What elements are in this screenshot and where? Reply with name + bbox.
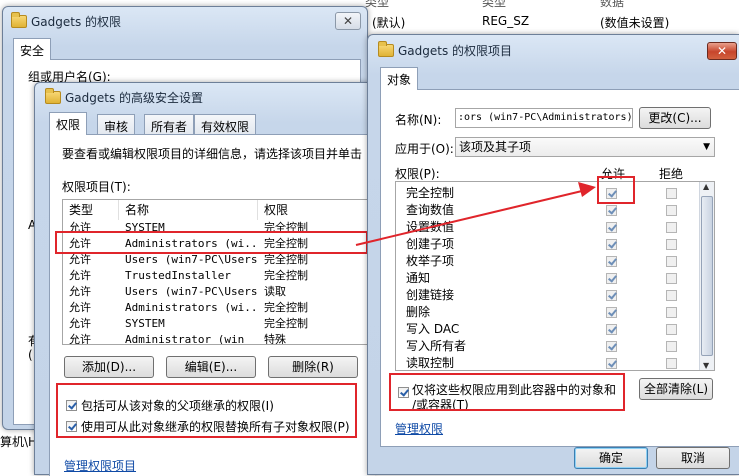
arrow-head (578, 182, 596, 197)
arrow-shaft (355, 190, 583, 246)
annotation-arrow (355, 182, 596, 246)
tab-permissions[interactable]: 权限 (49, 112, 88, 135)
tab-security[interactable]: 安全 (13, 38, 52, 60)
tab-object[interactable]: 对象 (380, 67, 419, 90)
